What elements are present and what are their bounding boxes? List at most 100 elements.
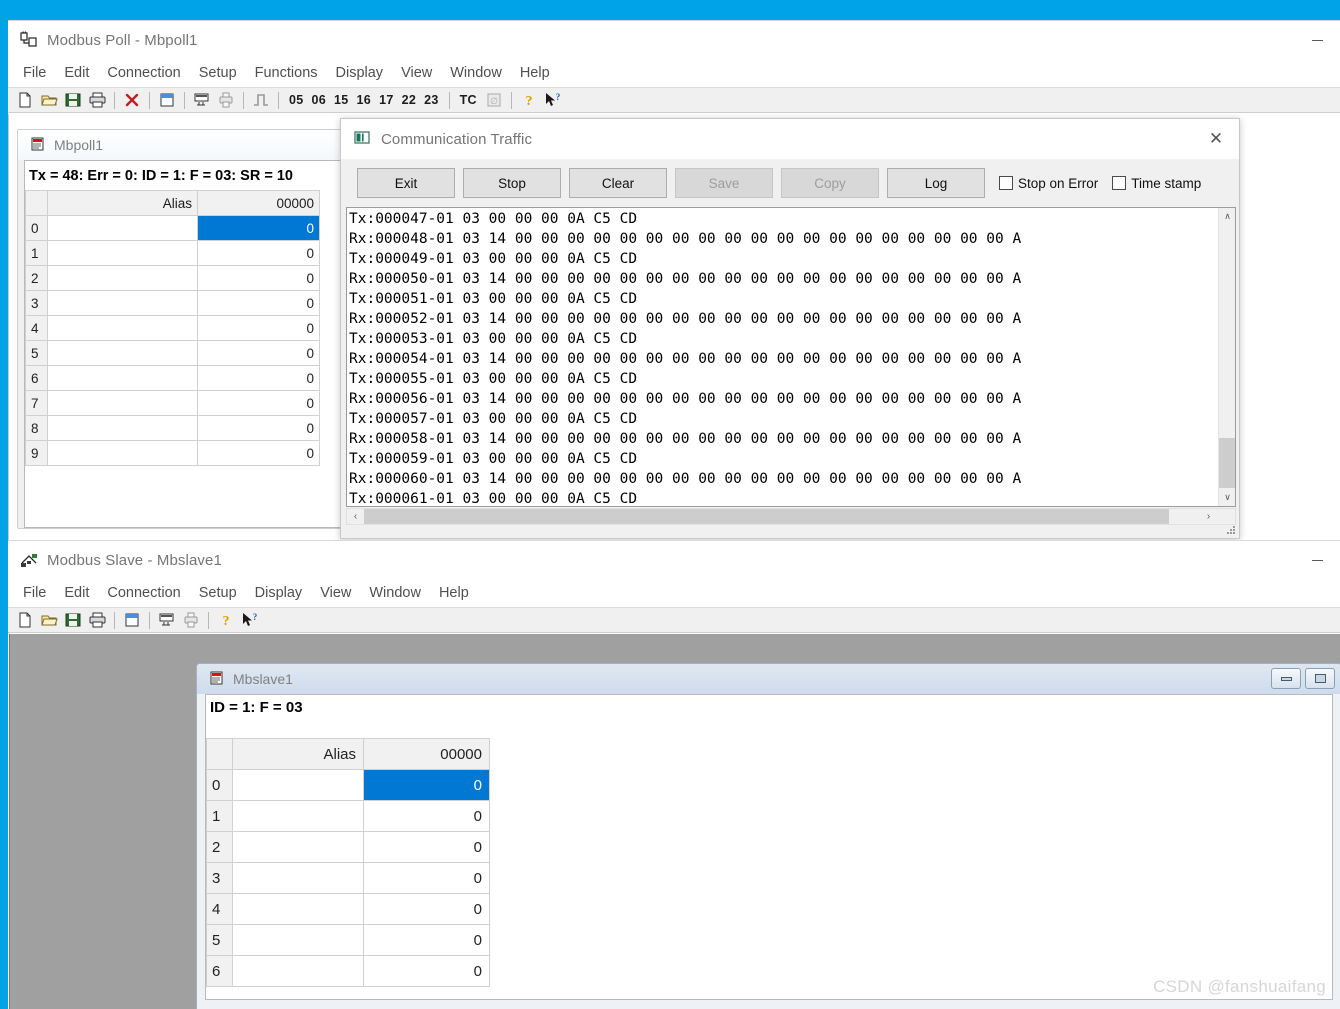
slave-menu-edit[interactable]: Edit xyxy=(55,582,98,604)
table-row[interactable]: 20 xyxy=(25,265,320,291)
test-center-icon[interactable]: ∅ xyxy=(483,89,505,111)
slave-minimize-button[interactable] xyxy=(1294,541,1340,579)
alias-cell[interactable] xyxy=(232,955,364,987)
save-disk-icon[interactable] xyxy=(62,609,84,631)
comm-horizontal-scrollbar[interactable]: ‹ › xyxy=(346,508,1236,525)
alias-cell[interactable] xyxy=(47,440,198,466)
column-header-00000[interactable]: 00000 xyxy=(363,738,490,770)
table-row[interactable]: 50 xyxy=(25,340,320,366)
clear-button[interactable]: Clear xyxy=(569,168,667,198)
scroll-left-arrow-icon[interactable]: ‹ xyxy=(347,509,364,524)
print-preview-icon[interactable] xyxy=(215,89,237,111)
register-value-cell[interactable]: 0 xyxy=(197,415,320,441)
poll-menu-file[interactable]: File xyxy=(14,62,55,84)
row-index-cell[interactable]: 6 xyxy=(25,365,48,391)
row-index-cell[interactable]: 4 xyxy=(206,893,233,925)
poll-menu-help[interactable]: Help xyxy=(511,62,559,84)
row-index-cell[interactable]: 0 xyxy=(25,215,48,241)
alias-cell[interactable] xyxy=(47,215,198,241)
print-icon[interactable] xyxy=(86,609,108,631)
help-icon[interactable]: ? xyxy=(215,609,237,631)
register-value-cell[interactable]: 0 xyxy=(197,315,320,341)
alias-cell[interactable] xyxy=(47,365,198,391)
table-row[interactable]: 10 xyxy=(206,800,490,832)
stop-button[interactable]: Stop xyxy=(463,168,561,198)
alias-cell[interactable] xyxy=(232,862,364,894)
mbslave1-titlebar[interactable]: Mbslave1 xyxy=(197,664,1340,694)
register-value-cell[interactable]: 0 xyxy=(363,862,490,894)
function-code-17-button[interactable]: 17 xyxy=(375,93,398,107)
function-code-05-button[interactable]: 05 xyxy=(285,93,308,107)
log-button[interactable]: Log xyxy=(887,168,985,198)
register-value-cell[interactable]: 0 xyxy=(197,215,320,241)
poll-menu-edit[interactable]: Edit xyxy=(55,62,98,84)
new-window-icon[interactable] xyxy=(121,609,143,631)
print-preview-icon[interactable] xyxy=(180,609,202,631)
table-row[interactable]: 70 xyxy=(25,390,320,416)
open-folder-icon[interactable] xyxy=(38,89,60,111)
column-header-index[interactable] xyxy=(206,738,233,770)
stop-on-error-checkbox-box[interactable] xyxy=(999,176,1013,190)
function-code-06-button[interactable]: 06 xyxy=(308,93,331,107)
function-code-23-button[interactable]: 23 xyxy=(420,93,443,107)
row-index-cell[interactable]: 0 xyxy=(206,769,233,801)
register-value-cell[interactable]: 0 xyxy=(197,265,320,291)
register-value-cell[interactable]: 0 xyxy=(363,769,490,801)
alias-cell[interactable] xyxy=(47,390,198,416)
row-index-cell[interactable]: 4 xyxy=(25,315,48,341)
alias-cell[interactable] xyxy=(47,340,198,366)
communication-traffic-icon[interactable] xyxy=(191,89,213,111)
poll-menu-view[interactable]: View xyxy=(392,62,441,84)
print-icon[interactable] xyxy=(86,89,108,111)
poll-menu-display[interactable]: Display xyxy=(327,62,393,84)
alias-cell[interactable] xyxy=(232,893,364,925)
poll-menu-window[interactable]: Window xyxy=(441,62,511,84)
open-folder-icon[interactable] xyxy=(38,609,60,631)
context-help-icon[interactable]: ? xyxy=(542,89,564,111)
comm-resize-grip[interactable] xyxy=(1224,523,1237,536)
slave-menu-view[interactable]: View xyxy=(311,582,360,604)
comm-hscroll-thumb[interactable] xyxy=(364,509,1169,524)
row-index-cell[interactable]: 1 xyxy=(25,240,48,266)
communication-traffic-icon[interactable] xyxy=(156,609,178,631)
table-row[interactable]: 20 xyxy=(206,831,490,863)
save-disk-icon[interactable] xyxy=(62,89,84,111)
row-index-cell[interactable]: 2 xyxy=(25,265,48,291)
slave-menu-window[interactable]: Window xyxy=(360,582,430,604)
register-value-cell[interactable]: 0 xyxy=(363,924,490,956)
row-index-cell[interactable]: 5 xyxy=(206,924,233,956)
row-index-cell[interactable]: 1 xyxy=(206,800,233,832)
column-header-Alias[interactable]: Alias xyxy=(47,190,198,216)
function-code-15-button[interactable]: 15 xyxy=(330,93,353,107)
column-header-00000[interactable]: 00000 xyxy=(197,190,320,216)
help-icon[interactable]: ? xyxy=(518,89,540,111)
register-value-cell[interactable]: 0 xyxy=(197,390,320,416)
slave-titlebar[interactable]: Modbus Slave - Mbslave1 xyxy=(8,541,1340,579)
tc-button[interactable]: TC xyxy=(456,93,481,107)
table-row[interactable]: 60 xyxy=(25,365,320,391)
disconnect-x-icon[interactable] xyxy=(121,89,143,111)
alias-cell[interactable] xyxy=(232,831,364,863)
mbpoll1-register-table[interactable]: Alias 00000 0 0 1 0 2 0 3 0 4 0 5 0 6 0 7 0 8 0 9 0 xyxy=(25,190,320,466)
row-index-cell[interactable]: 2 xyxy=(206,831,233,863)
mbpoll1-titlebar[interactable]: Mbpoll1 xyxy=(18,130,356,160)
comm-vscroll-thumb[interactable] xyxy=(1219,438,1235,488)
comm-close-button[interactable]: ✕ xyxy=(1193,119,1239,159)
alias-cell[interactable] xyxy=(232,924,364,956)
table-row[interactable]: 40 xyxy=(25,315,320,341)
poll-minimize-button[interactable] xyxy=(1294,21,1340,59)
alias-cell[interactable] xyxy=(47,290,198,316)
comm-log-text[interactable]: Tx:000047-01 03 00 00 00 0A C5 CD Rx:0000… xyxy=(349,209,1215,506)
scroll-down-arrow-icon[interactable]: ∨ xyxy=(1219,489,1235,506)
stop-on-error-checkbox[interactable]: Stop on Error xyxy=(999,176,1098,191)
time-stamp-checkbox[interactable]: Time stamp xyxy=(1112,176,1201,191)
table-row[interactable]: 30 xyxy=(25,290,320,316)
slave-menu-help[interactable]: Help xyxy=(430,582,478,604)
poll-titlebar[interactable]: Modbus Poll - Mbpoll1 xyxy=(8,21,1340,59)
column-header-index[interactable] xyxy=(25,190,48,216)
poll-menu-setup[interactable]: Setup xyxy=(190,62,246,84)
register-value-cell[interactable]: 0 xyxy=(197,340,320,366)
exit-button[interactable]: Exit xyxy=(357,168,455,198)
poll-menu-functions[interactable]: Functions xyxy=(246,62,327,84)
mdi-restore-button[interactable] xyxy=(1305,668,1335,689)
